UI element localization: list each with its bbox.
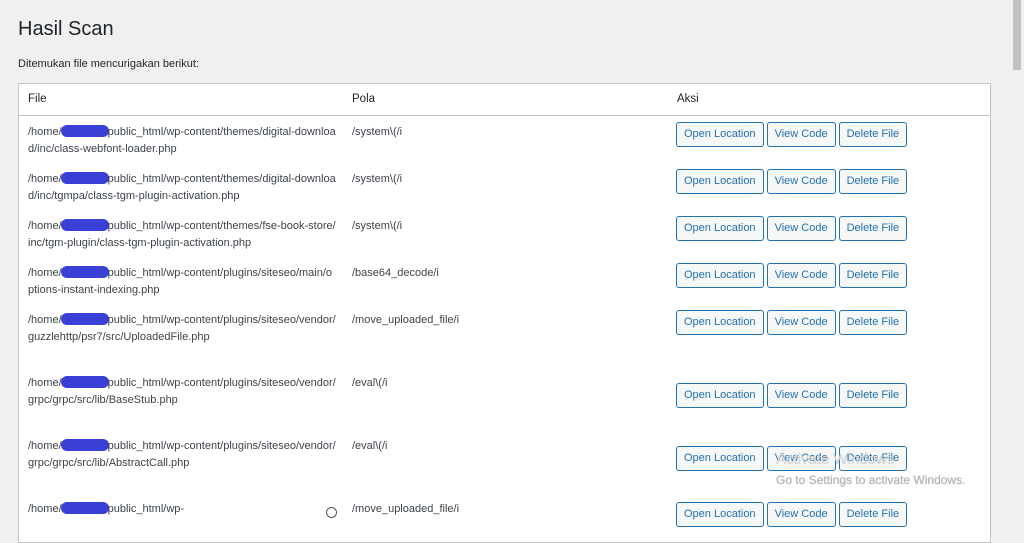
view-code-button[interactable]: View Code [766,263,836,288]
intro-text: Ditemukan file mencurigakan berikut: [18,58,199,70]
pattern: /eval\(/i [352,377,388,389]
file-path-prefix: /home/ [28,267,62,279]
file-path: /home/public_html/wp-content/plugins/sit… [28,438,338,471]
redaction-mark [60,125,109,137]
delete-file-button[interactable]: Delete File [838,502,908,527]
pattern: /eval\(/i [352,440,388,452]
pattern: /move_uploaded_file/i [352,314,460,326]
row-actions: Open Location View Code Delete File [676,310,908,335]
table-header: File Pola Aksi [19,84,990,116]
redaction-mark [60,313,109,325]
header-pola: Pola [352,93,376,105]
file-path-prefix: /home/ [28,126,62,138]
delete-file-button[interactable]: Delete File [838,169,908,194]
file-path: /home/public_html/wp-content/plugins/sit… [28,265,338,298]
file-path-suffix: public_html/wp- [107,503,185,515]
file-path-prefix: /home/ [28,503,62,515]
header-file: File [28,93,47,105]
open-location-button[interactable]: Open Location [676,502,764,527]
delete-file-button[interactable]: Delete File [838,383,908,408]
redaction-mark [60,219,109,231]
open-location-button[interactable]: Open Location [676,310,764,335]
file-path-prefix: /home/ [28,440,62,452]
delete-file-button[interactable]: Delete File [838,216,908,241]
open-location-button[interactable]: Open Location [676,122,764,147]
view-code-button[interactable]: View Code [766,502,836,527]
row-actions: Open Location View Code Delete File [676,216,908,241]
view-code-button[interactable]: View Code [766,169,836,194]
file-path-prefix: /home/ [28,220,62,232]
row-actions: Open Location View Code Delete File [676,169,908,194]
redaction-mark [60,439,109,451]
pattern: /base64_decode/i [352,267,439,279]
windows-activation-watermark: Activate Windows Go to Settings to activ… [776,451,965,487]
row-actions: Open Location View Code Delete File [676,502,908,527]
redaction-mark [60,172,109,184]
file-path-prefix: /home/ [28,314,62,326]
row-actions: Open Location View Code Delete File [676,263,908,288]
watermark-line2: Go to Settings to activate Windows. [776,473,966,487]
file-path: /home/public_html/wp- [28,501,338,518]
pattern: /system\(/i [352,220,403,232]
file-path-prefix: /home/ [28,173,62,185]
open-location-button[interactable]: Open Location [676,169,764,194]
delete-file-button[interactable]: Delete File [838,263,908,288]
file-path: /home/public_html/wp-content/themes/digi… [28,171,338,204]
redaction-mark [60,266,109,278]
redaction-mark [60,502,109,514]
view-code-button[interactable]: View Code [766,383,836,408]
header-aksi: Aksi [677,93,699,105]
row-actions: Open Location View Code Delete File [676,122,908,147]
file-path: /home/public_html/wp-content/themes/digi… [28,124,338,157]
page-scrollbar[interactable] [1010,0,1024,516]
loading-cursor-icon [326,507,337,518]
pattern: /move_uploaded_file/i [352,503,460,515]
open-location-button[interactable]: Open Location [676,446,764,471]
open-location-button[interactable]: Open Location [676,216,764,241]
file-path-prefix: /home/ [28,377,62,389]
open-location-button[interactable]: Open Location [676,383,764,408]
redaction-mark [60,376,109,388]
file-path: /home/public_html/wp-content/plugins/sit… [28,375,338,408]
pattern: /system\(/i [352,126,403,138]
open-location-button[interactable]: Open Location [676,263,764,288]
delete-file-button[interactable]: Delete File [838,310,908,335]
view-code-button[interactable]: View Code [766,216,836,241]
delete-file-button[interactable]: Delete File [838,122,908,147]
file-path: /home/public_html/wp-content/plugins/sit… [28,312,338,345]
file-path: /home/public_html/wp-content/themes/fse-… [28,218,338,251]
scrollbar-thumb[interactable] [1013,0,1021,70]
view-code-button[interactable]: View Code [766,310,836,335]
row-actions: Open Location View Code Delete File [676,383,908,408]
watermark-line1: Activate Windows [776,451,895,468]
view-code-button[interactable]: View Code [766,122,836,147]
pattern: /system\(/i [352,173,403,185]
page-title: Hasil Scan [18,18,114,40]
